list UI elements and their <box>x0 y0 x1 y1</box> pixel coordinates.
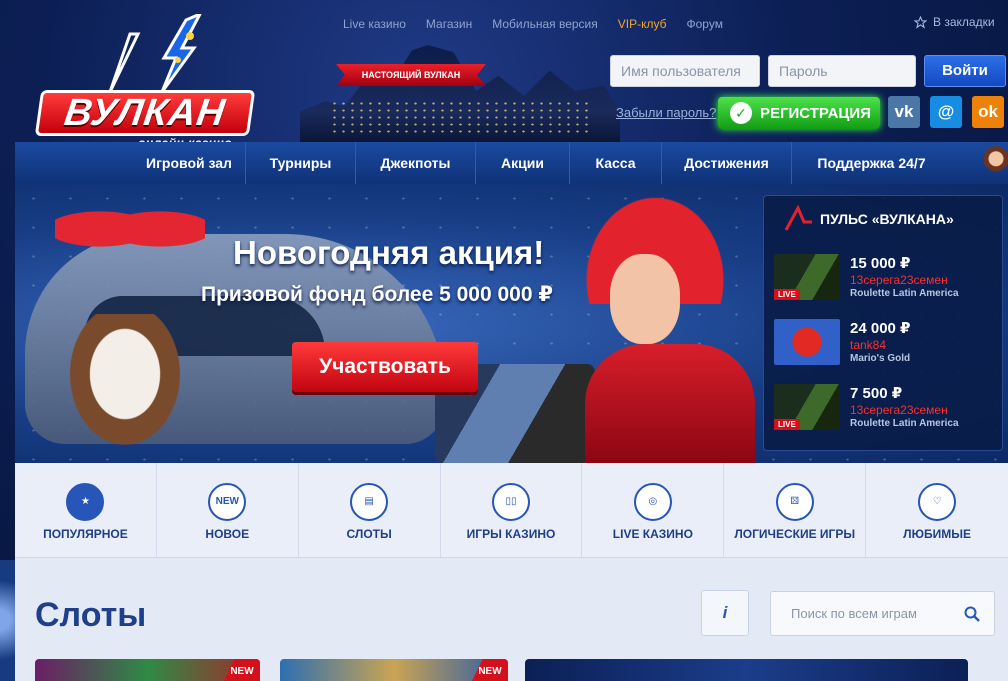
win-item[interactable]: LIVE 7 500 ₽ 13серега23семен Roulette La… <box>774 384 1002 432</box>
live-badge: LIVE <box>774 419 800 430</box>
win-game: Roulette Latin America <box>850 288 959 299</box>
category-new[interactable]: NEW НОВОЕ <box>157 463 299 557</box>
link-forum[interactable]: Форум <box>687 17 723 31</box>
nav-game-hall[interactable]: Игровой зал <box>133 142 245 184</box>
vk-icon[interactable]: vk <box>888 96 920 128</box>
search-placeholder: Поиск по всем играм <box>791 606 917 621</box>
heart-icon: ♡ <box>918 483 957 521</box>
password-input[interactable] <box>768 55 916 87</box>
register-button[interactable]: ✓ РЕГИСТРАЦИЯ <box>718 97 880 129</box>
search-icon <box>964 606 980 622</box>
win-item[interactable]: 24 000 ₽ tank84 Mario's Gold <box>774 319 1002 367</box>
username-input[interactable] <box>610 55 760 87</box>
roulette-thumbnail: LIVE <box>774 384 840 430</box>
nav-cashier[interactable]: Касса <box>569 142 661 184</box>
pulse-header: ПУЛЬС «ВУЛКАНА» <box>784 204 954 234</box>
decorative-orb <box>0 560 15 681</box>
win-amount: 15 000 ₽ <box>850 255 911 272</box>
pulse-title: ПУЛЬС «ВУЛКАНА» <box>820 211 954 227</box>
dice-icon: ⚄ <box>775 483 814 521</box>
win-user: tank84 <box>850 338 887 352</box>
bookmark-label: В закладки <box>933 15 995 29</box>
odnoklassniki-icon[interactable]: ok <box>972 96 1004 128</box>
mail-icon[interactable]: @ <box>930 96 962 128</box>
ribbon-banner: НАСТОЯЩИЙ ВУЛКАН <box>336 64 486 86</box>
lightning-bolt-icon <box>108 14 202 93</box>
husky-image <box>55 314 195 463</box>
category-label: СЛОТЫ <box>346 527 392 541</box>
slots-section: Слоты i Поиск по всем играм NEW NEW <box>15 558 1008 681</box>
new-badge: NEW <box>472 659 508 681</box>
link-live-casino[interactable]: Live казино <box>343 17 406 31</box>
win-user: 13серега23семен <box>850 273 948 287</box>
category-logic-games[interactable]: ⚄ ЛОГИЧЕСКИЕ ИГРЫ <box>724 463 867 557</box>
participate-button[interactable]: Участвовать <box>292 342 478 392</box>
city-lights <box>330 100 590 136</box>
win-amount: 24 000 ₽ <box>850 320 911 337</box>
girl-dress-image <box>585 344 755 463</box>
logo-wordmark: ВУЛКАН <box>34 90 256 136</box>
slot-icon: ▤ <box>350 483 389 521</box>
site-header: НАСТОЯЩИЙ ВУЛКАН ВУЛКАН онлайн казино Li… <box>0 0 1008 150</box>
win-item[interactable]: LIVE 15 000 ₽ 13серега23семен Roulette L… <box>774 254 1002 302</box>
main-nav: Игровой зал Турниры Джекпоты Акции Касса… <box>15 142 1008 184</box>
gift-bow-image <box>55 194 205 264</box>
win-user: 13серега23семен <box>850 403 948 417</box>
category-live-casino[interactable]: ◎ LIVE КАЗИНО <box>582 463 725 557</box>
bookmark-link[interactable]: В закладки <box>914 15 995 29</box>
girl-face-image <box>610 254 680 344</box>
category-label: LIVE КАЗИНО <box>612 527 693 541</box>
category-label: ЛОГИЧЕСКИЕ ИГРЫ <box>734 527 856 541</box>
category-slots[interactable]: ▤ СЛОТЫ <box>299 463 441 557</box>
banner-title: Новогодняя акция! <box>233 234 545 271</box>
category-favorites[interactable]: ♡ ЛЮБИМЫЕ <box>866 463 1008 557</box>
category-label: ЛЮБИМЫЕ <box>903 527 971 541</box>
star-icon: ★ <box>66 483 105 521</box>
category-label: ПОПУЛЯРНОЕ <box>43 527 128 541</box>
support-avatar[interactable] <box>978 142 1008 184</box>
section-title: Слоты <box>35 596 147 634</box>
win-amount: 7 500 ₽ <box>850 385 903 402</box>
pulse-logo-icon <box>784 204 812 231</box>
pulse-panel: ПУЛЬС «ВУЛКАНА» LIVE 15 000 ₽ 13серега23… <box>763 195 1003 451</box>
category-label: НОВОЕ <box>205 527 250 541</box>
new-badge: NEW <box>224 659 260 681</box>
category-label: ИГРЫ КАЗИНО <box>466 527 556 541</box>
win-game: Roulette Latin America <box>850 418 959 429</box>
register-icon: ✓ <box>730 102 752 124</box>
register-label: РЕГИСТРАЦИЯ <box>760 104 871 122</box>
link-mobile[interactable]: Мобильная версия <box>492 17 598 31</box>
snow-maiden-image <box>575 184 755 463</box>
login-button[interactable]: Войти <box>924 55 1006 87</box>
game-tile[interactable] <box>525 659 968 681</box>
forgot-password-link[interactable]: Забыли пароль? <box>616 105 716 120</box>
new-icon: NEW <box>208 483 247 521</box>
nav-tournaments[interactable]: Турниры <box>245 142 355 184</box>
info-button[interactable]: i <box>701 590 749 636</box>
top-links: Live казино Магазин Мобильная версия VIP… <box>343 17 723 31</box>
category-casino-games[interactable]: ▯▯ ИГРЫ КАЗИНО <box>441 463 583 557</box>
chip-icon: ◎ <box>633 483 672 521</box>
link-vip-club[interactable]: VIP-клуб <box>618 17 667 31</box>
nav-jackpots[interactable]: Джекпоты <box>355 142 475 184</box>
win-game: Mario's Gold <box>850 353 911 364</box>
category-popular[interactable]: ★ ПОПУЛЯРНОЕ <box>15 463 157 557</box>
live-badge: LIVE <box>774 289 800 300</box>
star-outline-icon <box>914 15 927 29</box>
nav-achievements[interactable]: Достижения <box>661 142 791 184</box>
category-bar: ★ ПОПУЛЯРНОЕ NEW НОВОЕ ▤ СЛОТЫ ▯▯ ИГРЫ К… <box>15 463 1008 558</box>
roulette-thumbnail: LIVE <box>774 254 840 300</box>
site-logo[interactable]: ВУЛКАН онлайн казино <box>30 12 260 162</box>
game-tile[interactable]: NEW <box>35 659 260 681</box>
nav-promotions[interactable]: Акции <box>475 142 569 184</box>
cards-icon: ▯▯ <box>492 483 530 521</box>
game-tile[interactable]: NEW <box>280 659 508 681</box>
marios-gold-thumbnail <box>774 319 840 365</box>
game-search-input[interactable]: Поиск по всем играм <box>770 591 995 636</box>
banner-subtitle: Призовой фонд более 5 000 000 ₽ <box>201 283 553 306</box>
nav-support[interactable]: Поддержка 24/7 <box>791 142 951 184</box>
link-shop[interactable]: Магазин <box>426 17 472 31</box>
